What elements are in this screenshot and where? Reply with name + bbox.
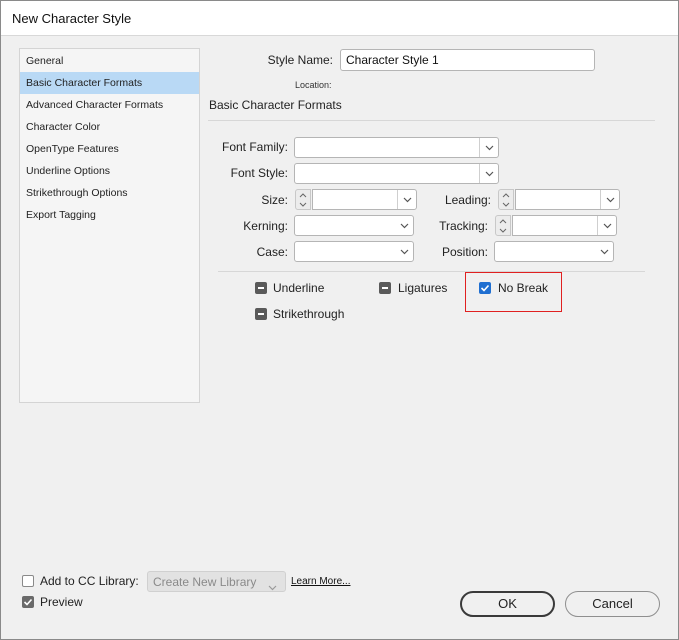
title-bar: New Character Style	[1, 1, 678, 36]
ligatures-checkbox[interactable]	[379, 282, 391, 294]
font-family-combo[interactable]	[294, 137, 499, 158]
case-combo[interactable]	[294, 241, 414, 262]
chevron-up-icon[interactable]	[502, 193, 510, 198]
font-style-combo[interactable]	[294, 163, 499, 184]
font-style-label: Font Style:	[230, 166, 288, 180]
chevron-down-icon[interactable]	[299, 202, 307, 207]
underline-checkbox[interactable]	[255, 282, 267, 294]
add-to-cc-library-checkbox[interactable]	[22, 575, 34, 587]
chevron-down-icon[interactable]	[479, 138, 498, 157]
chevron-down-icon[interactable]	[395, 216, 413, 235]
section-title: Basic Character Formats	[209, 98, 342, 112]
kerning-label: Kerning:	[243, 219, 288, 233]
chevron-down-icon[interactable]	[479, 164, 498, 183]
learn-more-link[interactable]: Learn More...	[291, 576, 350, 587]
size-label: Size:	[261, 193, 288, 207]
sidebar-item-character-color[interactable]: Character Color	[20, 116, 199, 138]
position-label: Position:	[441, 245, 488, 259]
sidebar-item-strikethrough-options[interactable]: Strikethrough Options	[20, 182, 199, 204]
dialog-title: New Character Style	[12, 11, 132, 26]
chevron-up-icon[interactable]	[299, 193, 307, 198]
chevron-down-icon[interactable]	[597, 216, 616, 235]
sidebar-item-general[interactable]: General	[20, 50, 199, 72]
chevron-down-icon[interactable]	[499, 228, 507, 233]
sidebar-item-opentype-features[interactable]: OpenType Features	[20, 138, 199, 160]
chevron-down-icon	[268, 578, 278, 591]
cc-library-select[interactable]: Create New Library	[147, 571, 286, 592]
chevron-up-icon[interactable]	[499, 219, 507, 224]
chevron-down-icon[interactable]	[397, 190, 416, 209]
preview-checkbox[interactable]	[22, 596, 34, 608]
sidebar-item-basic-character-formats[interactable]: Basic Character Formats	[20, 72, 199, 94]
style-name-input[interactable]: Character Style 1	[340, 49, 595, 71]
tracking-combo[interactable]	[512, 215, 617, 236]
leading-label: Leading:	[444, 193, 491, 207]
size-combo[interactable]	[312, 189, 417, 210]
no-break-label[interactable]: No Break	[498, 281, 548, 295]
font-family-label: Font Family:	[221, 140, 288, 154]
add-to-cc-library-label[interactable]: Add to CC Library:	[40, 574, 139, 588]
checkmark-icon	[23, 598, 33, 606]
underline-label[interactable]: Underline	[273, 281, 324, 295]
chevron-down-icon[interactable]	[395, 242, 413, 261]
leading-stepper[interactable]	[498, 189, 514, 210]
ok-button[interactable]: OK	[460, 591, 555, 617]
sidebar-item-underline-options[interactable]: Underline Options	[20, 160, 199, 182]
position-combo[interactable]	[494, 241, 614, 262]
chevron-down-icon[interactable]	[502, 202, 510, 207]
checkmark-icon	[480, 284, 490, 292]
sidebar-item-export-tagging[interactable]: Export Tagging	[20, 204, 199, 226]
chevron-down-icon[interactable]	[600, 190, 619, 209]
section-divider	[208, 120, 655, 121]
kerning-combo[interactable]	[294, 215, 414, 236]
options-divider	[218, 271, 645, 272]
leading-combo[interactable]	[515, 189, 620, 210]
preview-label[interactable]: Preview	[40, 595, 83, 609]
strikethrough-label[interactable]: Strikethrough	[273, 307, 344, 321]
cancel-button[interactable]: Cancel	[565, 591, 660, 617]
tracking-stepper[interactable]	[495, 215, 511, 236]
new-character-style-dialog: New Character Style General Basic Charac…	[0, 0, 679, 640]
strikethrough-checkbox[interactable]	[255, 308, 267, 320]
category-sidebar: General Basic Character Formats Advanced…	[19, 48, 200, 403]
sidebar-item-advanced-character-formats[interactable]: Advanced Character Formats	[20, 94, 199, 116]
style-name-label: Style Name:	[267, 53, 333, 67]
chevron-down-icon[interactable]	[595, 242, 613, 261]
tracking-label: Tracking:	[439, 219, 488, 233]
size-stepper[interactable]	[295, 189, 311, 210]
no-break-checkbox[interactable]	[479, 282, 491, 294]
ligatures-label[interactable]: Ligatures	[398, 281, 447, 295]
case-label: Case:	[256, 245, 288, 259]
location-label: Location:	[295, 80, 332, 90]
